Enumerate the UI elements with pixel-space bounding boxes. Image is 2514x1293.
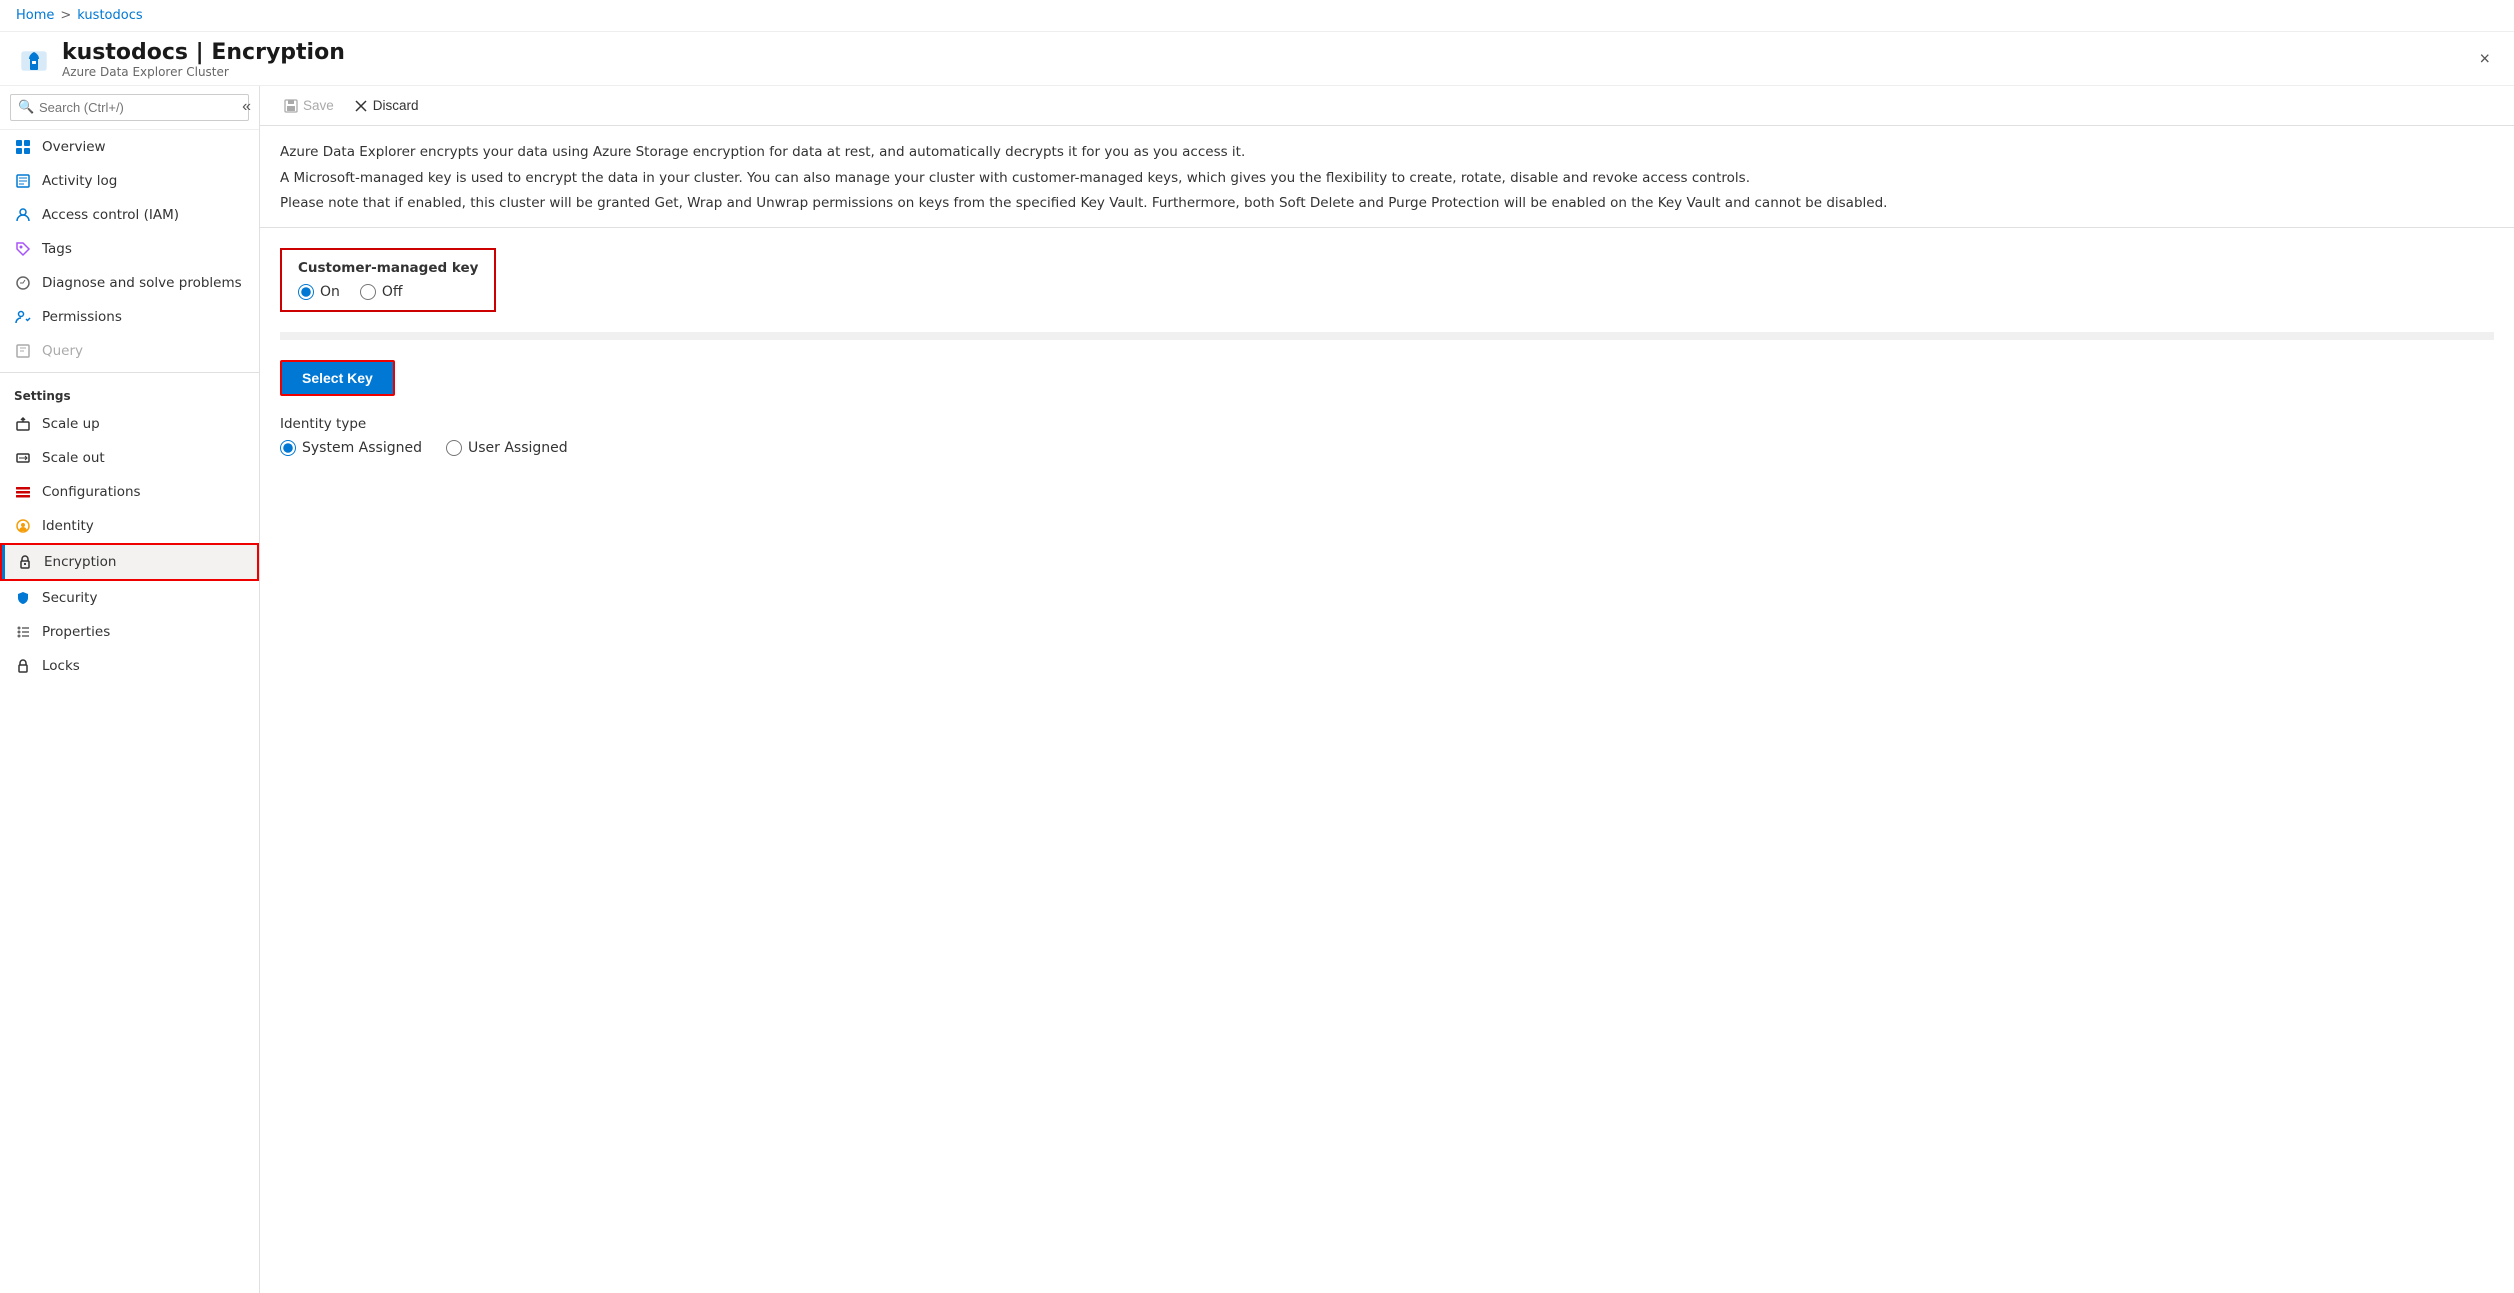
- search-input[interactable]: [10, 94, 249, 121]
- user-assigned-option[interactable]: User Assigned: [446, 440, 568, 456]
- resource-icon: [16, 42, 52, 78]
- locks-icon: [14, 657, 32, 675]
- save-button[interactable]: Save: [276, 94, 342, 117]
- sidebar-item-query-label: Query: [42, 343, 83, 359]
- sidebar-item-access-control[interactable]: Access control (IAM): [0, 198, 259, 232]
- identity-type-label: Identity type: [280, 416, 2494, 432]
- properties-icon: [14, 623, 32, 641]
- permissions-icon: [14, 308, 32, 326]
- sidebar-divider: [0, 372, 259, 373]
- sidebar-item-configurations[interactable]: Configurations: [0, 475, 259, 509]
- page-subtitle: Azure Data Explorer Cluster: [62, 65, 2498, 79]
- overview-icon: [14, 138, 32, 156]
- activity-log-icon: [14, 172, 32, 190]
- diagnose-icon: [14, 274, 32, 292]
- scale-out-icon: [14, 449, 32, 467]
- system-assigned-option[interactable]: System Assigned: [280, 440, 422, 456]
- sidebar-item-scale-out-label: Scale out: [42, 450, 105, 466]
- user-assigned-radio[interactable]: [446, 440, 462, 456]
- user-assigned-label: User Assigned: [468, 440, 568, 456]
- customer-key-radio-group: On Off: [298, 284, 478, 300]
- main-layout: 🔍 « Overview Activity log Access control: [0, 86, 2514, 1293]
- system-assigned-label: System Assigned: [302, 440, 422, 456]
- sidebar-item-scale-up-label: Scale up: [42, 416, 100, 432]
- sidebar-item-identity-label: Identity: [42, 518, 94, 534]
- encryption-icon: [16, 553, 34, 571]
- discard-label: Discard: [373, 98, 419, 113]
- query-icon: [14, 342, 32, 360]
- breadcrumb: Home > kustodocs: [0, 0, 2514, 32]
- identity-icon: [14, 517, 32, 535]
- sidebar-item-properties[interactable]: Properties: [0, 615, 259, 649]
- description-line2: A Microsoft-managed key is used to encry…: [280, 168, 2494, 190]
- discard-icon: [354, 99, 368, 113]
- sidebar-item-scale-out[interactable]: Scale out: [0, 441, 259, 475]
- description-line3: Please note that if enabled, this cluste…: [280, 193, 2494, 215]
- sidebar-item-access-label: Access control (IAM): [42, 207, 179, 223]
- sidebar-item-identity[interactable]: Identity: [0, 509, 259, 543]
- identity-type-radio-group: System Assigned User Assigned: [280, 440, 2494, 456]
- tags-icon: [14, 240, 32, 258]
- main-content: Save Discard Azure Data Explorer encrypt…: [260, 86, 2514, 1293]
- discard-button[interactable]: Discard: [346, 94, 427, 117]
- configurations-icon: [14, 483, 32, 501]
- customer-key-on-radio[interactable]: [298, 284, 314, 300]
- identity-type-section: Identity type System Assigned User Assig…: [280, 416, 2494, 456]
- sidebar-item-locks[interactable]: Locks: [0, 649, 259, 683]
- sidebar-item-overview[interactable]: Overview: [0, 130, 259, 164]
- sidebar-item-security[interactable]: Security: [0, 581, 259, 615]
- sidebar-item-config-label: Configurations: [42, 484, 141, 500]
- sidebar-item-tags[interactable]: Tags: [0, 232, 259, 266]
- description-block: Azure Data Explorer encrypts your data u…: [260, 126, 2514, 228]
- sidebar: 🔍 « Overview Activity log Access control: [0, 86, 260, 1293]
- sidebar-item-properties-label: Properties: [42, 624, 110, 640]
- customer-key-label: Customer-managed key: [298, 260, 478, 276]
- sidebar-item-tags-label: Tags: [42, 241, 72, 257]
- save-label: Save: [303, 98, 334, 113]
- sidebar-search-container: 🔍: [0, 86, 259, 130]
- access-control-icon: [14, 206, 32, 224]
- form-area: Customer-managed key On Off Select Key: [260, 228, 2514, 476]
- customer-key-section: Customer-managed key On Off: [280, 248, 496, 312]
- sidebar-item-encryption-label: Encryption: [44, 554, 116, 570]
- system-assigned-radio[interactable]: [280, 440, 296, 456]
- sidebar-item-activity-label: Activity log: [42, 173, 117, 189]
- sidebar-item-query: Query: [0, 334, 259, 368]
- select-key-button[interactable]: Select Key: [280, 360, 395, 396]
- description-line1: Azure Data Explorer encrypts your data u…: [280, 142, 2494, 164]
- security-icon: [14, 589, 32, 607]
- sidebar-item-security-label: Security: [42, 590, 97, 606]
- sidebar-item-locks-label: Locks: [42, 658, 80, 674]
- page-title: kustodocs | Encryption: [62, 40, 2498, 65]
- save-icon: [284, 99, 298, 113]
- close-button[interactable]: ×: [2471, 44, 2498, 73]
- toolbar: Save Discard: [260, 86, 2514, 126]
- breadcrumb-separator: >: [60, 8, 71, 23]
- sidebar-item-diagnose[interactable]: Diagnose and solve problems: [0, 266, 259, 300]
- sidebar-item-encryption[interactable]: Encryption: [0, 543, 259, 581]
- sidebar-item-permissions-label: Permissions: [42, 309, 122, 325]
- scale-up-icon: [14, 415, 32, 433]
- settings-section-label: Settings: [0, 377, 259, 407]
- sidebar-item-overview-label: Overview: [42, 139, 106, 155]
- customer-key-off-radio[interactable]: [360, 284, 376, 300]
- customer-key-off-label: Off: [382, 284, 403, 300]
- collapse-button[interactable]: «: [234, 94, 259, 120]
- breadcrumb-home[interactable]: Home: [16, 8, 54, 23]
- sidebar-item-permissions[interactable]: Permissions: [0, 300, 259, 334]
- breadcrumb-current[interactable]: kustodocs: [77, 8, 142, 23]
- customer-key-on-option[interactable]: On: [298, 284, 340, 300]
- header-title-group: kustodocs | Encryption Azure Data Explor…: [62, 40, 2498, 79]
- sidebar-item-activity-log[interactable]: Activity log: [0, 164, 259, 198]
- customer-key-off-option[interactable]: Off: [360, 284, 403, 300]
- separator-bar: [280, 332, 2494, 340]
- page-header: kustodocs | Encryption Azure Data Explor…: [0, 32, 2514, 86]
- search-icon: 🔍: [18, 100, 34, 115]
- customer-key-on-label: On: [320, 284, 340, 300]
- sidebar-item-scale-up[interactable]: Scale up: [0, 407, 259, 441]
- sidebar-item-diagnose-label: Diagnose and solve problems: [42, 275, 242, 291]
- search-input-wrapper: 🔍: [10, 94, 249, 121]
